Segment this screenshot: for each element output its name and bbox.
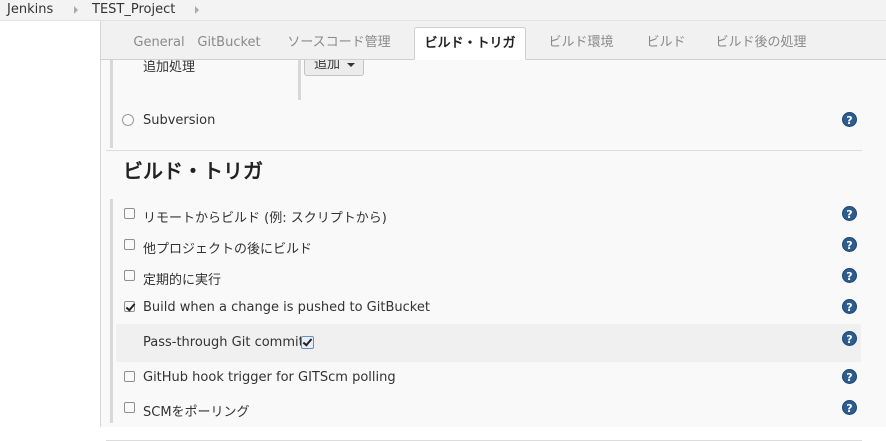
breadcrumb-jenkins[interactable]: Jenkins — [7, 2, 53, 17]
trigger-gitbucket-push-checkbox[interactable] — [124, 301, 135, 312]
breadcrumb: Jenkins TEST_Project — [0, 0, 886, 21]
help-icon[interactable]: ? — [842, 206, 857, 221]
trigger-scm-polling-checkbox[interactable] — [124, 402, 135, 413]
tab-bar: General GitBucket ソースコード管理 ビルド・トリガ ビルド環境… — [101, 21, 886, 60]
tab-scm[interactable]: ソースコード管理 — [279, 27, 399, 59]
breadcrumb-project[interactable]: TEST_Project — [92, 2, 175, 17]
section-divider — [106, 150, 862, 151]
trigger-github-hook-label: GitHub hook trigger for GITScm polling — [143, 370, 396, 385]
add-behaviour-button[interactable]: 追加 — [304, 60, 364, 76]
trigger-github-hook[interactable]: GitHub hook trigger for GITScm polling ? — [116, 364, 861, 392]
help-icon[interactable]: ? — [842, 112, 857, 127]
trigger-scm-polling-label: SCMをポーリング — [143, 405, 250, 420]
trigger-periodic-checkbox[interactable] — [124, 270, 135, 281]
tab-build-triggers[interactable]: ビルド・トリガ — [414, 27, 526, 60]
help-icon[interactable]: ? — [842, 299, 857, 314]
help-icon[interactable]: ? — [842, 331, 857, 346]
left-margin — [0, 21, 100, 427]
trigger-gitbucket-push-label: Build when a change is pushed to GitBuck… — [143, 300, 430, 315]
trigger-remote-build-label: リモートからビルド (例: スクリプトから) — [143, 211, 387, 226]
trigger-after-other-projects[interactable]: 他プロジェクトの後にビルド ? — [116, 232, 861, 260]
subversion-label: Subversion — [143, 113, 216, 128]
trigger-remote-build[interactable]: リモートからビルド (例: スクリプトから) ? — [116, 201, 861, 229]
tab-build-environment[interactable]: ビルド環境 — [541, 27, 621, 59]
tab-build[interactable]: ビルド — [636, 27, 696, 59]
pass-through-checkbox[interactable] — [301, 336, 314, 349]
trigger-pass-through: Pass-through Git commit ? — [116, 324, 861, 362]
help-icon[interactable]: ? — [842, 268, 857, 283]
help-icon[interactable]: ? — [842, 237, 857, 252]
trigger-after-other-label: 他プロジェクトの後にビルド — [143, 242, 313, 257]
trigger-periodic-label: 定期的に実行 — [143, 273, 222, 288]
triggers-section-bar — [110, 199, 113, 423]
config-panel: General GitBucket ソースコード管理 ビルド・トリガ ビルド環境… — [100, 21, 886, 441]
tab-general[interactable]: General — [114, 27, 204, 59]
tab-post-build[interactable]: ビルド後の処理 — [711, 27, 811, 59]
trigger-remote-build-checkbox[interactable] — [124, 208, 135, 219]
trigger-after-other-checkbox[interactable] — [124, 239, 135, 250]
tab-gitbucket[interactable]: GitBucket — [194, 27, 264, 59]
breadcrumb-arrow-icon[interactable] — [195, 6, 199, 14]
breadcrumb-arrow-icon[interactable] — [74, 6, 78, 14]
help-icon[interactable]: ? — [842, 400, 857, 415]
trigger-gitbucket-push[interactable]: Build when a change is pushed to GitBuck… — [116, 294, 861, 322]
trigger-github-hook-checkbox[interactable] — [124, 371, 135, 382]
section-title-build-triggers: ビルド・トリガ — [123, 159, 263, 183]
trigger-scm-polling[interactable]: SCMをポーリング ? — [116, 395, 861, 423]
trigger-periodic[interactable]: 定期的に実行 ? — [116, 263, 861, 291]
caret-down-icon — [347, 63, 355, 67]
help-icon[interactable]: ? — [842, 369, 857, 384]
add-button-label: 追加 — [314, 60, 341, 72]
scm-option-subversion[interactable]: Subversion ? — [113, 107, 858, 135]
pass-through-label: Pass-through Git commit — [143, 335, 304, 350]
add-button-clip: 追加 — [101, 60, 886, 76]
content-area: 追加処理 追加 Subversion ? ビルド・トリガ リモートからビルド (… — [101, 60, 886, 441]
subversion-radio[interactable] — [122, 114, 134, 126]
